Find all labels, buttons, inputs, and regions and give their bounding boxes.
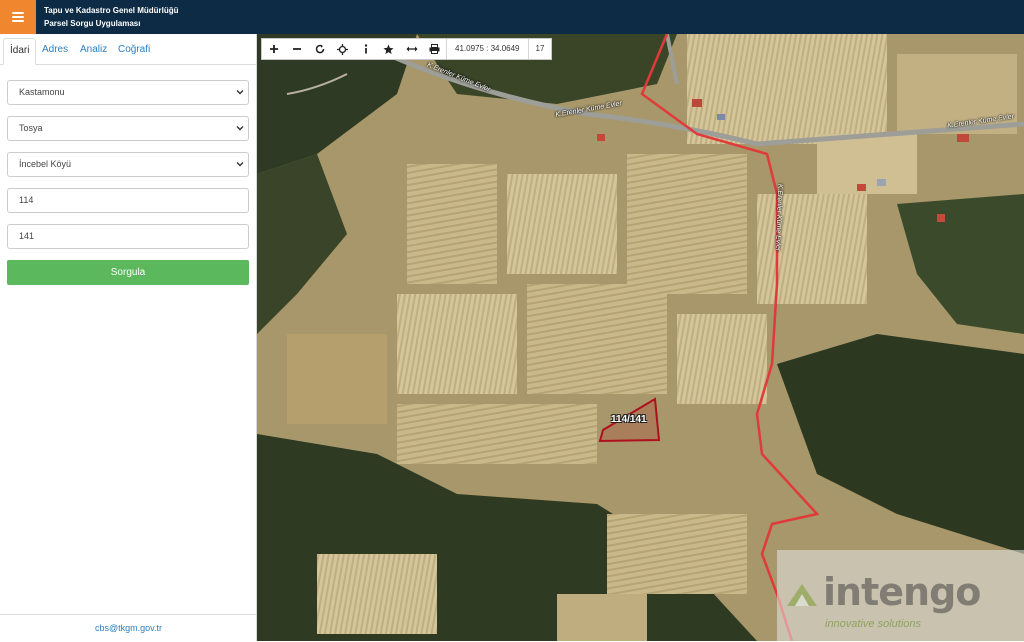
parcel-input[interactable]: 141 bbox=[7, 224, 249, 249]
tab-idari[interactable]: İdari bbox=[3, 38, 37, 65]
app-title-line2: Parsel Sorgu Uygulaması bbox=[44, 19, 141, 28]
measure-button[interactable] bbox=[400, 39, 423, 59]
map-toolbar: 41.0975 : 34.0649 17 bbox=[261, 38, 553, 60]
app-title: Tapu ve Kadastro Genel Müdürlüğü Parsel … bbox=[44, 4, 179, 30]
favorite-button[interactable] bbox=[377, 39, 400, 59]
contact-email[interactable]: cbs@tkgm.gov.tr bbox=[0, 614, 257, 641]
zoom-out-icon bbox=[292, 48, 301, 50]
map-view[interactable]: K.Erenler Küme Evler K.Erenler Küme Evle… bbox=[257, 34, 1024, 641]
zoom-in-button[interactable] bbox=[262, 39, 285, 59]
tab-analiz[interactable]: Analiz bbox=[74, 38, 113, 65]
intengo-logo-icon bbox=[787, 584, 817, 606]
province-value: Kastamonu bbox=[19, 87, 65, 97]
neighborhood-value: İncebel Köyü bbox=[19, 159, 72, 169]
coordinate-readout: 41.0975 : 34.0649 bbox=[455, 44, 520, 53]
tab-cografi[interactable]: Coğrafi bbox=[112, 38, 156, 65]
zoom-out-button[interactable] bbox=[285, 39, 308, 59]
watermark-brand: intengo bbox=[823, 570, 981, 614]
app-title-line1: Tapu ve Kadastro Genel Müdürlüğü bbox=[44, 6, 179, 15]
neighborhood-select[interactable]: İncebel Köyü bbox=[7, 152, 249, 177]
chevron-down-icon bbox=[236, 162, 244, 167]
refresh-icon bbox=[315, 44, 324, 54]
district-select[interactable]: Tosya bbox=[7, 116, 249, 141]
chevron-down-icon bbox=[236, 90, 244, 95]
tab-adres[interactable]: Adres bbox=[36, 38, 74, 65]
info-icon bbox=[364, 44, 367, 54]
hamburger-icon bbox=[12, 12, 24, 22]
parcel-label[interactable]: 114/141 bbox=[611, 414, 647, 425]
zoom-in-icon bbox=[269, 45, 278, 53]
locate-button[interactable] bbox=[331, 39, 354, 59]
print-button[interactable] bbox=[423, 39, 446, 59]
menu-button[interactable] bbox=[0, 0, 36, 34]
measure-icon bbox=[406, 46, 417, 52]
intengo-watermark: intengo innovative solutions bbox=[777, 550, 1024, 641]
chevron-down-icon bbox=[236, 126, 244, 131]
province-select[interactable]: Kastamonu bbox=[7, 80, 249, 105]
locate-icon bbox=[337, 43, 348, 55]
sidebar: İdari Adres Analiz Coğrafi Kastamonu Tos… bbox=[0, 34, 257, 641]
zoom-level: 17 bbox=[535, 44, 545, 53]
info-button[interactable] bbox=[354, 39, 377, 59]
district-value: Tosya bbox=[19, 123, 43, 133]
refresh-button[interactable] bbox=[308, 39, 331, 59]
tab-bar: İdari Adres Analiz Coğrafi bbox=[0, 34, 257, 65]
app-header: Tapu ve Kadastro Genel Müdürlüğü Parsel … bbox=[0, 0, 1024, 34]
print-icon bbox=[429, 44, 440, 54]
block-input[interactable]: 114 bbox=[7, 188, 249, 213]
query-button[interactable]: Sorgula bbox=[7, 260, 249, 285]
favorite-icon bbox=[383, 44, 394, 54]
watermark-tagline: innovative solutions bbox=[825, 618, 922, 630]
